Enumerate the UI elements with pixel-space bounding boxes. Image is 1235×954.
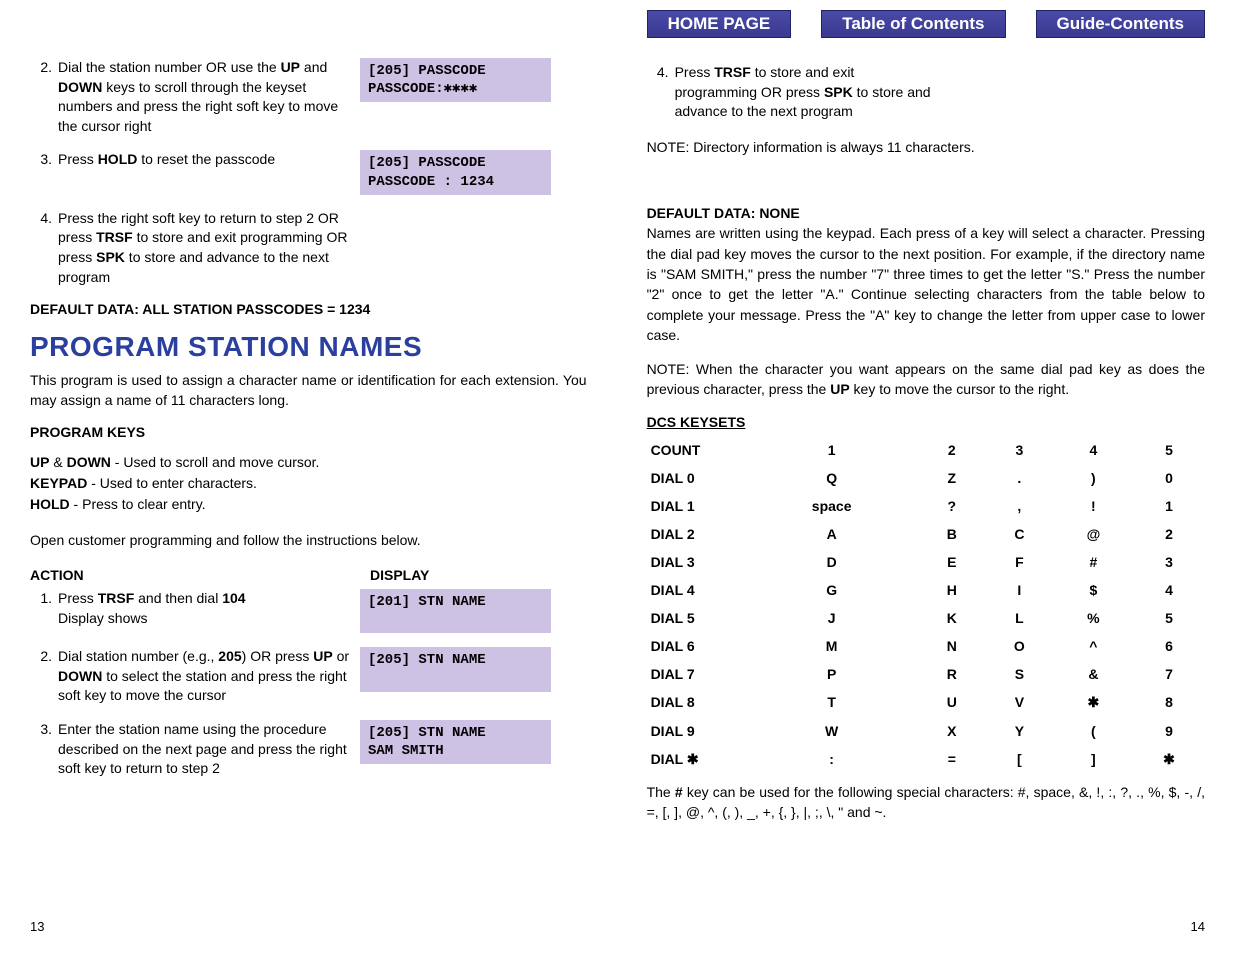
table-row: DIAL 2ABC@2 bbox=[647, 520, 1205, 548]
program-key-line: KEYPAD - Used to enter characters. bbox=[30, 473, 587, 494]
lcd-display: [205] PASSCODE PASSCODE : 1234 bbox=[360, 150, 551, 194]
table-row: DIAL 7PRS&7 bbox=[647, 660, 1205, 688]
step-body: Dial the station number OR use the UP an… bbox=[58, 58, 360, 136]
header-action: ACTION bbox=[30, 567, 370, 583]
page-number-left: 13 bbox=[30, 919, 44, 934]
lcd-display: [205] STN NAME SAM SMITH bbox=[360, 720, 551, 764]
note-directory: NOTE: Directory information is always 11… bbox=[647, 138, 1205, 158]
lcd-display: [205] STN NAME bbox=[360, 647, 551, 691]
home-page-button[interactable]: HOME PAGE bbox=[647, 10, 792, 38]
page-number-right: 14 bbox=[1191, 919, 1205, 934]
step-number: 1. bbox=[30, 589, 58, 628]
table-row: DIAL 0QZ.)0 bbox=[647, 464, 1205, 492]
passcode-step-3: 3. Press HOLD to reset the passcode [205… bbox=[30, 150, 587, 194]
table-row: DIAL ✱:=[]✱ bbox=[647, 745, 1205, 774]
step-body: Dial station number (e.g., 205) OR press… bbox=[58, 647, 360, 706]
dcs-keysets-heading: DCS KEYSETS bbox=[647, 414, 1205, 430]
action-step-4: 4. Press TRSF to store and exit programm… bbox=[647, 63, 1205, 122]
action-step-3: 3. Enter the station name using the proc… bbox=[30, 720, 587, 779]
step-body: Press the right soft key to return to st… bbox=[58, 209, 360, 287]
lcd-display: [205] PASSCODE PASSCODE:✱✱✱✱ bbox=[360, 58, 551, 102]
section-intro: This program is used to assign a charact… bbox=[30, 371, 587, 410]
note-same-key: NOTE: When the character you want appear… bbox=[647, 359, 1205, 400]
step-number: 3. bbox=[30, 150, 58, 170]
default-data-heading: DEFAULT DATA: NONE bbox=[647, 205, 1205, 221]
program-key-line: UP & DOWN - Used to scroll and move curs… bbox=[30, 452, 587, 473]
nav-bar: HOME PAGE Table of Contents Guide-Conten… bbox=[647, 10, 1205, 38]
table-row: DIAL 3DEF#3 bbox=[647, 548, 1205, 576]
table-row: DIAL 6MNO^6 bbox=[647, 632, 1205, 660]
step-body: Press TRSF to store and exit programming… bbox=[675, 63, 935, 122]
step-number: 4. bbox=[30, 209, 58, 287]
keyset-table: COUNT 1 2 3 4 5 DIAL 0QZ.)0DIAL 1space?,… bbox=[647, 436, 1205, 774]
guide-contents-button[interactable]: Guide-Contents bbox=[1036, 10, 1206, 38]
step-number: 4. bbox=[647, 63, 675, 122]
table-row: DIAL 9WXY(9 bbox=[647, 717, 1205, 745]
program-keys-heading: PROGRAM KEYS bbox=[30, 424, 587, 440]
section-title: PROGRAM STATION NAMES bbox=[30, 331, 587, 363]
lcd-display: [201] STN NAME bbox=[360, 589, 551, 633]
keyset-header-row: COUNT 1 2 3 4 5 bbox=[647, 436, 1205, 464]
table-row: DIAL 8TUV✱8 bbox=[647, 688, 1205, 717]
table-of-contents-button[interactable]: Table of Contents bbox=[821, 10, 1005, 38]
passcode-step-2: 2. Dial the station number OR use the UP… bbox=[30, 58, 587, 136]
table-row: DIAL 1space?,!1 bbox=[647, 492, 1205, 520]
action-step-1: 1. Press TRSF and then dial 104Display s… bbox=[30, 589, 587, 633]
action-step-2: 2. Dial station number (e.g., 205) OR pr… bbox=[30, 647, 587, 706]
step-body: Enter the station name using the procedu… bbox=[58, 720, 360, 779]
step-number: 2. bbox=[30, 647, 58, 706]
passcode-step-4: 4. Press the right soft key to return to… bbox=[30, 209, 587, 287]
table-row: DIAL 4GHI$4 bbox=[647, 576, 1205, 604]
step-body: Press TRSF and then dial 104Display show… bbox=[58, 589, 360, 628]
open-instruction: Open customer programming and follow the… bbox=[30, 531, 587, 551]
step-number: 3. bbox=[30, 720, 58, 779]
default-data-body: Names are written using the keypad. Each… bbox=[647, 223, 1205, 345]
table-row: DIAL 5JKL%5 bbox=[647, 604, 1205, 632]
default-data-line: DEFAULT DATA: ALL STATION PASSCODES = 12… bbox=[30, 301, 587, 317]
hash-key-note: The # key can be used for the following … bbox=[647, 782, 1205, 823]
step-number: 2. bbox=[30, 58, 58, 136]
left-column: 2. Dial the station number OR use the UP… bbox=[30, 10, 587, 934]
program-key-line: HOLD - Press to clear entry. bbox=[30, 494, 587, 515]
step-body: Press HOLD to reset the passcode bbox=[58, 150, 360, 170]
action-display-header: ACTION DISPLAY bbox=[30, 567, 587, 583]
header-display: DISPLAY bbox=[370, 567, 429, 583]
right-column: HOME PAGE Table of Contents Guide-Conten… bbox=[647, 10, 1205, 934]
